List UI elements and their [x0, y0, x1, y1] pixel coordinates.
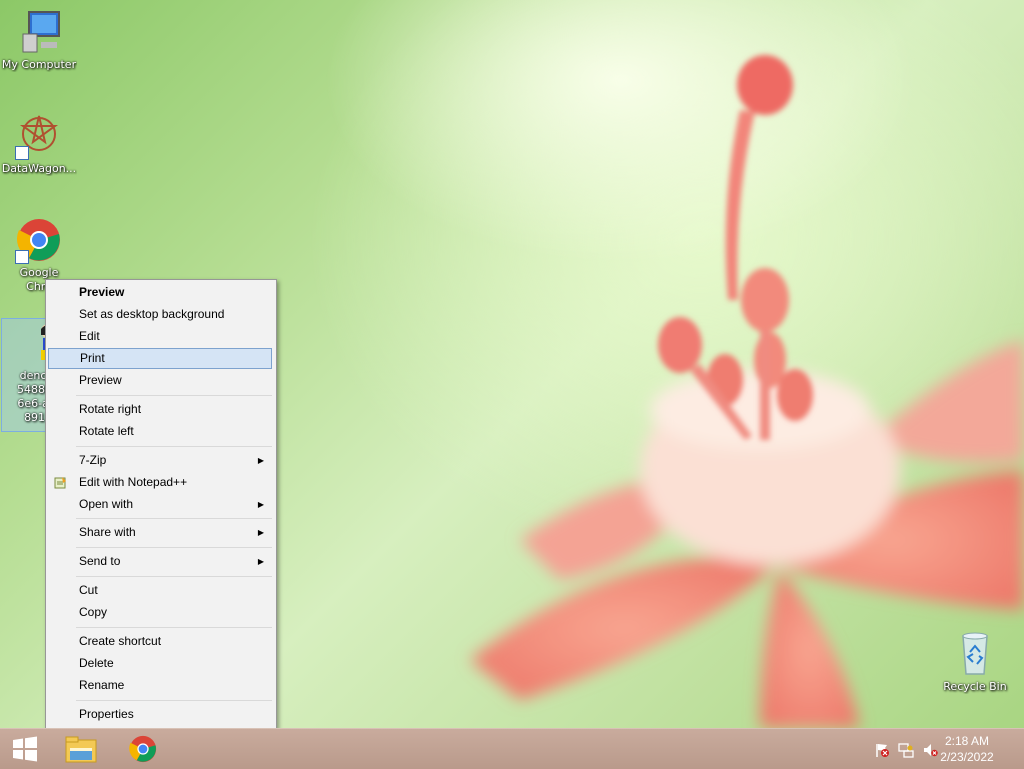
datawagon-icon [15, 112, 63, 160]
submenu-arrow-icon: ▶ [257, 500, 264, 509]
submenu-arrow-icon: ▶ [257, 557, 264, 566]
menu-item-set-as-desktop-background[interactable]: Set as desktop background [48, 304, 272, 325]
menu-item-print[interactable]: Print [48, 348, 272, 369]
chrome-icon [129, 735, 157, 763]
menu-item-label: 7-Zip [79, 453, 107, 467]
computer-icon [15, 8, 63, 56]
menu-item-7-zip[interactable]: 7-Zip ▶ [48, 450, 272, 471]
menu-item-rename[interactable]: Rename [48, 675, 272, 696]
desktop-icon-datawagon[interactable]: DataWagon... [1, 112, 77, 176]
desktop-icon-my-computer[interactable]: My Computer [1, 8, 77, 72]
menu-item-preview-default[interactable]: Preview [48, 282, 272, 303]
chrome-icon [15, 216, 63, 264]
menu-item-rotate-right[interactable]: Rotate right [48, 399, 272, 420]
desktop-icon-label: DataWagon... [1, 162, 77, 175]
menu-item-copy[interactable]: Copy [48, 602, 272, 623]
notepad-plus-plus-icon [54, 477, 66, 489]
menu-item-properties[interactable]: Properties [48, 704, 272, 725]
taskbar-clock[interactable]: 2:18 AM 2/23/2022 [932, 733, 1002, 765]
desktop-icon-label: Recycle Bin [943, 680, 1007, 693]
clock-time: 2:18 AM [944, 734, 990, 748]
file-explorer-taskbar-button[interactable] [54, 729, 108, 769]
desktop-icon-label: Google [19, 266, 59, 279]
submenu-arrow-icon: ▶ [257, 456, 264, 465]
menu-item-delete[interactable]: Delete [48, 653, 272, 674]
context-menu: Preview Set as desktop background Edit P… [45, 279, 277, 729]
menu-item-share-with[interactable]: Share with ▶ [48, 522, 272, 543]
recycle-bin-icon [951, 630, 999, 678]
menu-separator [76, 700, 272, 701]
menu-separator [76, 395, 272, 396]
menu-item-rotate-left[interactable]: Rotate left [48, 421, 272, 442]
menu-item-label: Open with [79, 497, 134, 511]
menu-item-label: Send to [79, 554, 121, 568]
menu-item-label: Share with [79, 525, 136, 539]
menu-item-edit-with-notepad[interactable]: Edit with Notepad++ [48, 472, 272, 493]
clock-date: 2/23/2022 [940, 750, 994, 764]
action-center-flag-icon[interactable] [874, 742, 890, 758]
taskbar: 2:18 AM 2/23/2022 [0, 728, 1024, 769]
chrome-taskbar-button[interactable] [116, 729, 170, 769]
menu-item-label: Edit with Notepad++ [79, 475, 188, 489]
menu-separator [76, 627, 272, 628]
network-icon[interactable] [898, 742, 914, 758]
submenu-arrow-icon: ▶ [257, 528, 264, 537]
menu-item-create-shortcut[interactable]: Create shortcut [48, 631, 272, 652]
menu-separator [76, 518, 272, 519]
start-button[interactable] [0, 729, 54, 769]
desktop-icon-recycle-bin[interactable]: Recycle Bin [937, 630, 1013, 694]
menu-item-open-with[interactable]: Open with ▶ [48, 494, 272, 515]
menu-item-preview[interactable]: Preview [48, 370, 272, 391]
shortcut-arrow-icon [15, 250, 29, 264]
menu-separator [76, 547, 272, 548]
menu-item-send-to[interactable]: Send to ▶ [48, 551, 272, 572]
windows-start-icon [13, 736, 37, 762]
menu-item-edit[interactable]: Edit [48, 326, 272, 347]
menu-separator [76, 446, 272, 447]
menu-separator [76, 576, 272, 577]
desktop: My Computer DataWagon... Google Chro den… [0, 0, 1024, 729]
shortcut-arrow-icon [15, 146, 29, 160]
menu-item-cut[interactable]: Cut [48, 580, 272, 601]
desktop-icon-label: My Computer [1, 58, 77, 71]
file-explorer-icon [65, 736, 97, 763]
